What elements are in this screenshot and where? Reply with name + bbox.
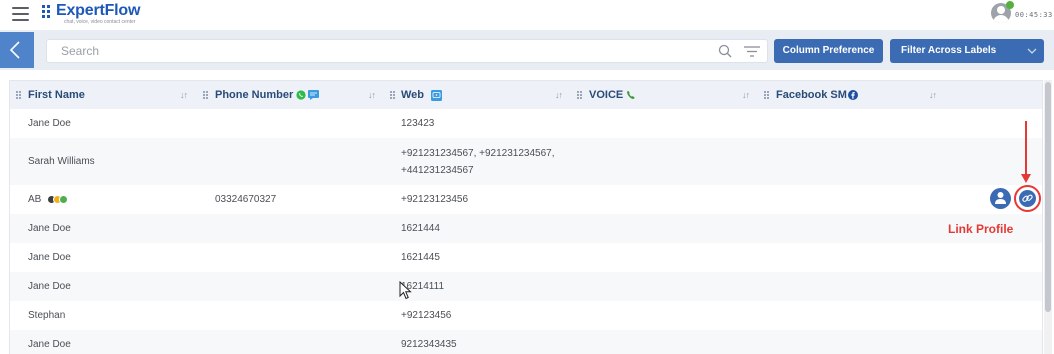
label-dot xyxy=(59,194,69,204)
mouse-cursor-icon xyxy=(399,281,412,300)
first-name-cell: Jane Doe xyxy=(28,252,71,263)
web-cell: +921231234567, +921231234567, xyxy=(401,148,555,159)
first-name-text: AB xyxy=(28,194,42,205)
chevron-left-icon xyxy=(9,41,20,59)
customer-list-screen: ExpertFlow chat, voice, video contact ce… xyxy=(0,0,1054,354)
annotation-label: Link Profile xyxy=(948,222,1014,236)
column-header-web[interactable]: Web xyxy=(401,81,424,109)
table-row[interactable]: Jane Doe 1621444 xyxy=(10,214,1042,243)
web-cell: 9212343435 xyxy=(401,339,457,350)
app-header: ExpertFlow chat, voice, video contact ce… xyxy=(0,0,1054,28)
back-button[interactable] xyxy=(0,32,34,68)
first-name-cell: Sarah Williams xyxy=(28,156,95,167)
first-name-cell: Jane Doe xyxy=(28,339,71,350)
sort-icon[interactable]: ↓↑ xyxy=(929,90,937,100)
first-name-cell: Stephan xyxy=(28,310,66,321)
first-name-cell: Jane Doe xyxy=(28,223,71,234)
drag-handle-icon[interactable] xyxy=(390,91,396,100)
drag-handle-icon[interactable] xyxy=(16,91,22,100)
web-cell: 1621445 xyxy=(401,252,440,263)
sms-icon xyxy=(308,90,319,100)
table-row[interactable]: AB 03324670327 +92123123456 xyxy=(10,185,1042,214)
web-cell-line-2: +441231234567 xyxy=(401,165,474,176)
table-row[interactable]: Jane Doe 1621445 xyxy=(10,243,1042,272)
filter-labels-label: Filter Across Labels xyxy=(901,45,997,56)
annotation-arrow-head xyxy=(1021,174,1031,183)
column-header-phone-number[interactable]: Phone Number xyxy=(215,81,293,109)
web-cell: 1621444 xyxy=(401,223,440,234)
phone-cell: 03324670327 xyxy=(215,194,277,205)
first-name-cell: Jane Doe xyxy=(28,118,71,129)
drag-handle-icon[interactable] xyxy=(203,91,209,100)
column-header-facebook-sm[interactable]: Facebook SM xyxy=(776,81,847,109)
phone-icon xyxy=(627,90,635,99)
whatsapp-icon xyxy=(296,90,306,100)
sort-icon[interactable]: ↓↑ xyxy=(180,90,188,100)
scroll-thumb[interactable] xyxy=(1045,82,1051,312)
table-row[interactable]: Stephan +92123456 xyxy=(10,301,1042,330)
web-chat-icon xyxy=(431,90,442,101)
column-header-voice[interactable]: VOICE xyxy=(589,81,623,109)
menu-icon[interactable] xyxy=(12,7,29,21)
drag-handle-icon[interactable] xyxy=(577,91,583,100)
presence-status-icon xyxy=(1006,1,1014,9)
table-row[interactable]: Jane Doe 16214111 xyxy=(10,272,1042,301)
sort-icon[interactable]: ↓↑ xyxy=(555,90,563,100)
drag-handle-icon[interactable] xyxy=(764,91,770,100)
link-icon xyxy=(1022,194,1033,202)
filter-labels-dropdown[interactable]: Filter Across Labels xyxy=(890,39,1044,63)
logo-text: ExpertFlow xyxy=(56,2,141,19)
web-cell: +92123456 xyxy=(401,310,452,321)
label-dots xyxy=(47,194,69,205)
sort-icon[interactable]: ↓↑ xyxy=(368,90,376,100)
column-header-first-name[interactable]: First Name xyxy=(28,81,85,109)
table-header: First Name ↓↑ Phone Number ↓↑ Web ↓↑ VOI… xyxy=(10,81,1042,109)
column-preference-button[interactable]: Column Preference xyxy=(774,39,883,63)
customer-table: First Name ↓↑ Phone Number ↓↑ Web ↓↑ VOI… xyxy=(9,80,1043,354)
search-bar xyxy=(46,39,768,63)
sort-icon[interactable]: ↓↑ xyxy=(742,90,750,100)
facebook-icon xyxy=(848,90,858,100)
logo-mark-icon xyxy=(42,5,55,18)
web-cell: 123423 xyxy=(401,118,435,129)
logo-tagline: chat, voice, video contact center xyxy=(64,19,136,25)
search-input[interactable] xyxy=(61,43,661,59)
session-timer: 00:45:33 xyxy=(1015,11,1053,19)
table-row[interactable]: Jane Doe 9212343435 xyxy=(10,330,1042,354)
first-name-cell: Jane Doe xyxy=(28,281,71,292)
person-icon xyxy=(995,192,1006,204)
annotation-arrow-line xyxy=(1025,121,1027,175)
table-row[interactable]: Sarah Williams +921231234567, +921231234… xyxy=(10,138,1042,185)
filter-icon[interactable] xyxy=(744,46,760,57)
first-name-cell: AB xyxy=(28,194,69,205)
web-cell: +92123123456 xyxy=(401,194,469,205)
link-profile-button[interactable] xyxy=(1014,185,1041,212)
search-icon[interactable] xyxy=(718,44,732,58)
table-row[interactable]: Jane Doe 123423 xyxy=(10,109,1042,138)
chevron-down-icon xyxy=(1027,48,1037,54)
view-profile-button[interactable] xyxy=(990,188,1011,209)
